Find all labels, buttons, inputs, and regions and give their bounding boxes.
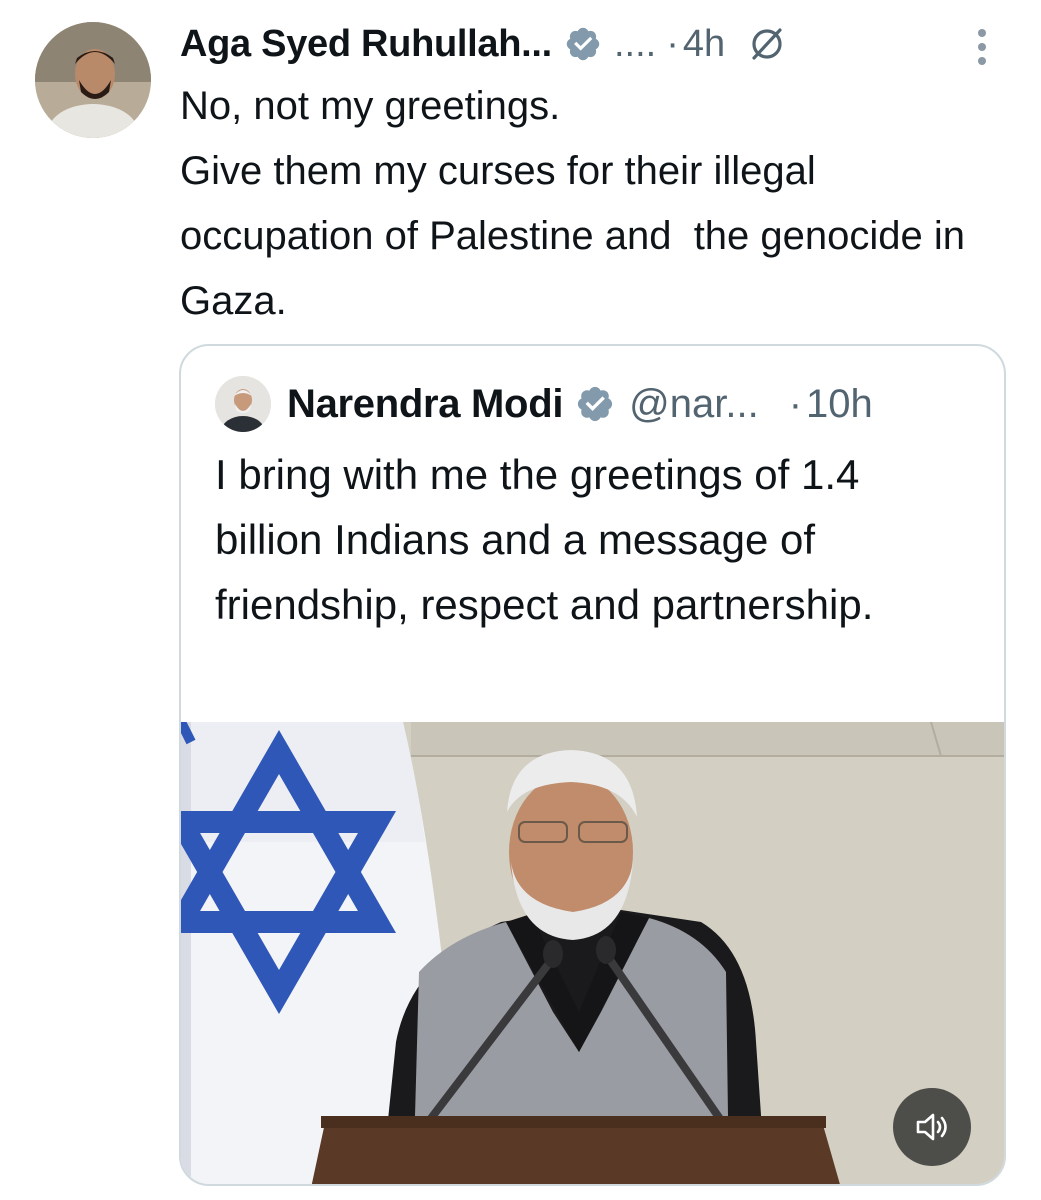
volume-button[interactable] — [893, 1088, 971, 1166]
quoted-tweet-header: Narendra Modi @nar... · 10h — [215, 376, 873, 432]
tweet-text-line: No, not my greetings. — [180, 84, 561, 128]
video-frame — [181, 722, 1004, 1184]
quoted-author-name[interactable]: Narendra Modi — [287, 382, 563, 427]
quoted-tweet-text: I bring with me the greetings of 1.4 bil… — [215, 451, 874, 628]
quoted-author-avatar[interactable] — [215, 376, 271, 432]
verified-badge-icon — [566, 27, 600, 61]
avatar-image — [215, 376, 271, 432]
quoted-tweet[interactable]: Narendra Modi @nar... · 10h I bring with… — [179, 344, 1006, 1186]
author-handle[interactable]: .... — [614, 23, 656, 66]
author-name[interactable]: Aga Syed Ruhullah... — [180, 23, 552, 66]
tweet-text-line: Give them my curses for their illegal oc… — [180, 149, 977, 323]
quoted-tweet-video[interactable] — [181, 722, 1004, 1184]
quoted-tweet-timestamp[interactable]: 10h — [806, 382, 873, 427]
volume-icon — [916, 1113, 947, 1141]
tweet-text: No, not my greetings. Give them my curse… — [180, 74, 980, 334]
avatar-image — [35, 22, 151, 138]
grok-icon[interactable] — [747, 24, 787, 64]
verified-badge-icon — [578, 386, 613, 422]
tweet-header: Aga Syed Ruhullah... .... · 4h — [180, 18, 787, 70]
quoted-author-handle[interactable]: @nar... — [629, 382, 759, 427]
tweet-timestamp[interactable]: 4h — [683, 23, 725, 66]
author-avatar[interactable] — [35, 22, 151, 138]
more-options-icon[interactable] — [970, 24, 994, 70]
separator-dot: · — [788, 381, 803, 426]
separator-dot: · — [666, 22, 679, 65]
